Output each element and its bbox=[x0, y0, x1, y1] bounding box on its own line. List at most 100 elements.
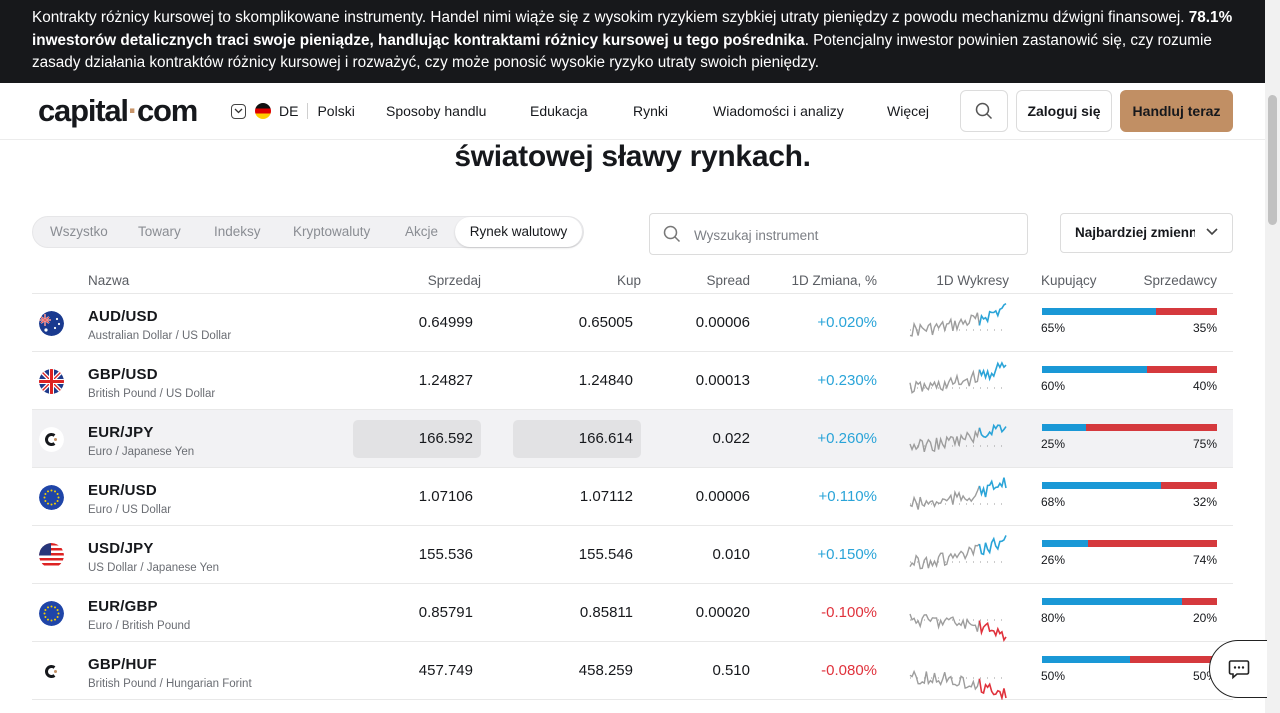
instrument-name: Australian Dollar / US Dollar bbox=[88, 330, 232, 342]
nav-sposoby-handlu[interactable]: Sposoby handlu bbox=[386, 103, 486, 119]
buyers-percent: 26% bbox=[1041, 553, 1066, 567]
sparkline-recent bbox=[978, 678, 1007, 700]
sparkline-history bbox=[909, 543, 980, 570]
sparkline-chart bbox=[909, 535, 1007, 570]
nav-wiadomosci[interactable]: Wiadomości i analizy bbox=[713, 103, 844, 119]
logo-text: capital bbox=[38, 93, 129, 128]
us-flag-icon bbox=[39, 543, 64, 568]
sparkline-recent bbox=[978, 620, 1007, 642]
sparkline-history bbox=[909, 485, 981, 510]
sentiment-bar bbox=[1042, 366, 1217, 373]
tab-indeksy[interactable]: Indeksy bbox=[214, 217, 261, 247]
sell-price[interactable]: 1.24827 bbox=[419, 372, 473, 389]
sparkline-chart bbox=[909, 423, 1007, 453]
sell-price[interactable]: 0.64999 bbox=[419, 314, 473, 331]
table-row[interactable]: GBP/HUF British Pound / Hungarian Forint 4… bbox=[32, 642, 1233, 700]
sellers-bar bbox=[1087, 540, 1217, 547]
col-buyers: Kupujący bbox=[1041, 273, 1097, 288]
spread-value: 0.510 bbox=[712, 662, 750, 679]
table-row[interactable]: EUR/USD Euro / US Dollar 1.07106 1.07112 0.0… bbox=[32, 468, 1233, 526]
sell-price[interactable]: 166.592 bbox=[419, 430, 473, 447]
germany-flag-icon bbox=[255, 103, 271, 119]
header-search-button[interactable] bbox=[960, 90, 1008, 132]
instrument-symbol[interactable]: EUR/GBP bbox=[88, 598, 158, 615]
tab-akcje[interactable]: Akcje bbox=[405, 217, 438, 247]
buyers-bar bbox=[1042, 424, 1086, 431]
buyers-bar bbox=[1042, 540, 1088, 547]
chat-icon bbox=[1228, 660, 1249, 680]
capital-logo-icon bbox=[39, 659, 64, 684]
instrument-symbol[interactable]: USD/JPY bbox=[88, 540, 154, 557]
instrument-symbol[interactable]: AUD/USD bbox=[88, 308, 158, 325]
language-selector[interactable]: DE Polski bbox=[231, 102, 355, 120]
sentiment-bar bbox=[1042, 482, 1217, 489]
buy-price[interactable]: 155.546 bbox=[579, 546, 633, 563]
instrument-name: British Pound / Hungarian Forint bbox=[88, 678, 252, 690]
buy-price[interactable]: 0.85811 bbox=[580, 604, 633, 621]
buyers-bar bbox=[1042, 482, 1161, 489]
buy-price[interactable]: 0.65005 bbox=[579, 314, 633, 331]
daily-change: +0.150% bbox=[817, 546, 877, 563]
instrument-symbol[interactable]: EUR/USD bbox=[88, 482, 157, 499]
instrument-symbol[interactable]: GBP/USD bbox=[88, 366, 158, 383]
tab-wszystko[interactable]: Wszystko bbox=[50, 217, 108, 247]
tab-towary[interactable]: Towary bbox=[138, 217, 181, 247]
col-name[interactable]: Nazwa bbox=[88, 273, 129, 288]
buyers-percent: 50% bbox=[1041, 669, 1066, 683]
sparkline-chart bbox=[909, 361, 1007, 394]
table-row[interactable]: USD/JPY US Dollar / Japanese Yen 155.536 15… bbox=[32, 526, 1233, 584]
nav-edukacja[interactable]: Edukacja bbox=[530, 103, 588, 119]
sellers-bar bbox=[1155, 308, 1217, 315]
sell-price[interactable]: 457.749 bbox=[419, 662, 473, 679]
daily-change: -0.100% bbox=[821, 604, 877, 621]
sellers-bar bbox=[1182, 598, 1217, 605]
chevron-down-icon bbox=[231, 103, 246, 119]
scrollbar-thumb[interactable] bbox=[1268, 95, 1277, 225]
tab-rynek-walutowy[interactable]: Rynek walutowy bbox=[455, 217, 582, 247]
sellers-percent: 75% bbox=[1192, 437, 1217, 451]
instrument-symbol[interactable]: EUR/JPY bbox=[88, 424, 154, 441]
section-heading: światowej sławy rynkach. bbox=[454, 140, 811, 173]
buyers-bar bbox=[1042, 598, 1182, 605]
sell-price[interactable]: 155.536 bbox=[419, 546, 473, 563]
sparkline-history bbox=[909, 369, 981, 394]
table-row[interactable]: GBP/USD British Pound / US Dollar 1.24827 1… bbox=[32, 352, 1233, 410]
nav-wiecej[interactable]: Więcej bbox=[887, 103, 929, 119]
col-change[interactable]: 1D Zmiana, % bbox=[791, 273, 877, 288]
table-row[interactable]: AUD/USD Australian Dollar / US Dollar 0.64… bbox=[32, 294, 1233, 352]
sort-dropdown[interactable]: Najbardziej zmienne bbox=[1060, 213, 1233, 253]
page-scrollbar[interactable] bbox=[1265, 0, 1280, 713]
sparkline-recent bbox=[978, 423, 1007, 439]
spread-value: 0.022 bbox=[712, 430, 750, 447]
daily-change: -0.080% bbox=[821, 662, 877, 679]
daily-change: +0.230% bbox=[817, 372, 877, 389]
buy-price[interactable]: 1.24840 bbox=[579, 372, 633, 389]
sellers-bar bbox=[1085, 424, 1217, 431]
tab-kryptowaluty[interactable]: Kryptowaluty bbox=[293, 217, 370, 247]
instrument-name: US Dollar / Japanese Yen bbox=[88, 562, 220, 574]
risk-text: Kontrakty różnicy kursowej to skomplikow… bbox=[32, 9, 1189, 26]
buy-price[interactable]: 166.614 bbox=[579, 430, 633, 447]
trade-now-button[interactable]: Handluj teraz bbox=[1120, 90, 1233, 132]
table-row[interactable]: EUR/GBP Euro / British Pound 0.85791 0.8581… bbox=[32, 584, 1233, 642]
login-button[interactable]: Zaloguj się bbox=[1016, 90, 1112, 132]
col-buy[interactable]: Kup bbox=[617, 273, 641, 288]
buy-price[interactable]: 458.259 bbox=[579, 662, 633, 679]
buyers-percent: 60% bbox=[1041, 379, 1066, 393]
eu-flag-icon bbox=[39, 485, 64, 510]
table-row[interactable]: EUR/JPY Euro / Japanese Yen 166.592 166.614… bbox=[32, 410, 1233, 468]
chat-button[interactable] bbox=[1209, 640, 1267, 698]
search-icon bbox=[663, 225, 681, 243]
buy-price[interactable]: 1.07112 bbox=[580, 488, 633, 505]
sell-price[interactable]: 1.07106 bbox=[419, 488, 473, 505]
instrument-search[interactable] bbox=[649, 213, 1028, 255]
nav-rynki[interactable]: Rynki bbox=[633, 103, 668, 119]
logo-text-end: com bbox=[136, 93, 198, 128]
instrument-symbol[interactable]: GBP/HUF bbox=[88, 656, 157, 673]
capital-logo[interactable]: capital·com bbox=[38, 93, 198, 129]
col-spread[interactable]: Spread bbox=[706, 273, 750, 288]
instrument-search-input[interactable] bbox=[692, 222, 1016, 248]
sell-price[interactable]: 0.85791 bbox=[419, 604, 473, 621]
col-sell[interactable]: Sprzedaj bbox=[428, 273, 481, 288]
sellers-bar bbox=[1129, 656, 1217, 663]
